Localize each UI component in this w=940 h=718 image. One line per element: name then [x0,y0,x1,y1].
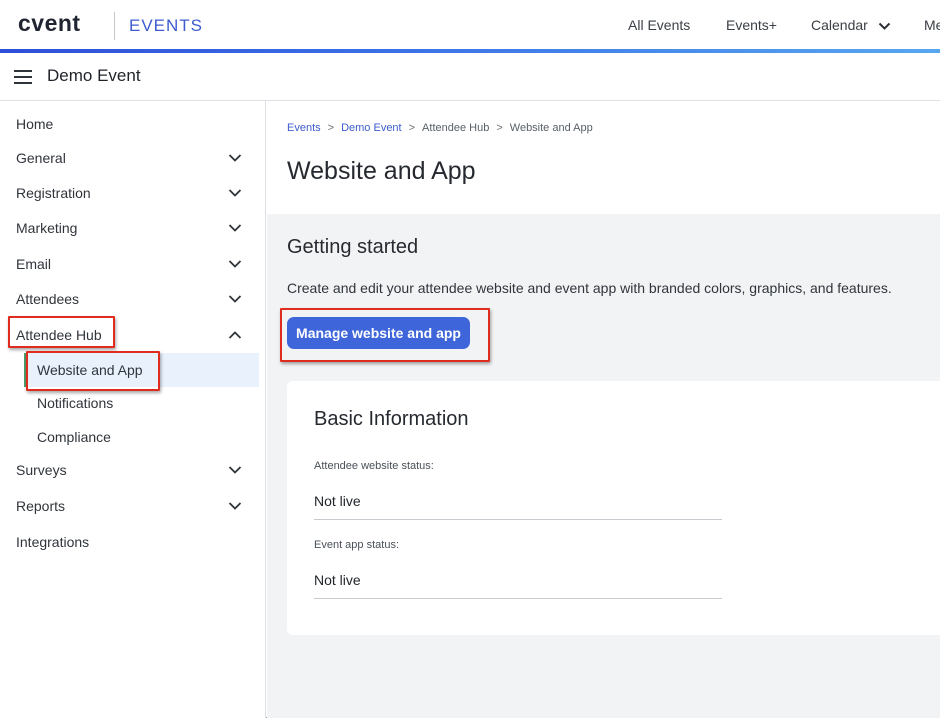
app-status-value: Not live [314,572,361,588]
breadcrumb-events[interactable]: Events [287,122,321,134]
chevron-down-icon [228,295,242,303]
hamburger-icon[interactable] [14,70,32,84]
sidebar-item-registration[interactable]: Registration [0,176,266,210]
breadcrumb-separator: > [408,122,416,134]
sidebar-item-label: Attendee Hub [16,327,102,343]
active-indicator-bar [24,353,27,387]
getting-started-title: Getting started [287,236,419,258]
sidebar-item-label: Email [16,256,52,272]
sidebar-subitem-website-and-app[interactable]: Website and App [24,353,259,387]
sidebar-subitem-notifications[interactable]: Notifications [0,386,266,420]
chevron-down-icon [228,260,242,268]
field-divider [314,598,722,599]
logo-divider [114,12,115,40]
breadcrumb-separator: > [327,122,335,134]
nav-calendar-label: Calendar [811,17,868,33]
main-content: Events > Demo Event > Attendee Hub > Website a… [267,101,940,718]
field-divider [314,519,722,520]
sidebar-subitem-compliance[interactable]: Compliance [0,420,266,454]
sidebar-item-label: Attendees [16,291,80,307]
breadcrumb: Events > Demo Event > Attendee Hub > Website a… [287,122,593,134]
sidebar-item-marketing[interactable]: Marketing [0,211,266,245]
chevron-down-icon [878,22,890,30]
getting-started-section: Getting started Create and edit your att… [267,214,940,718]
breadcrumb-separator: > [496,122,503,134]
breadcrumb-current: Website and App [509,122,593,134]
website-status-label: Attendee website status: [314,460,434,472]
sidebar-item-general[interactable]: General [0,141,266,175]
nav-events-plus[interactable]: Events+ [726,17,777,33]
product-name[interactable]: EVENTS [129,16,203,36]
nav-more-truncated[interactable]: Me [924,17,940,33]
sidebar-item-label: Home [16,116,54,132]
chevron-down-icon [228,466,242,474]
event-title: Demo Event [47,66,141,85]
basic-information-card: Basic Information Attendee website statu… [287,381,940,635]
cvent-logo[interactable]: cvent [18,10,81,37]
basic-information-title: Basic Information [314,408,469,430]
website-status-value: Not live [314,493,361,509]
page-title: Website and App [287,157,476,185]
sidebar-item-label: Registration [16,185,91,201]
getting-started-description: Create and edit your attendee website an… [287,280,892,296]
event-header: Demo Event [0,53,940,101]
sidebar-item-label: Compliance [37,429,111,445]
sidebar-item-attendee-hub[interactable]: Attendee Hub [0,318,266,352]
sidebar-item-label: Surveys [16,462,67,478]
sidebar-item-integrations[interactable]: Integrations [0,525,266,559]
sidebar-item-label: Notifications [37,395,114,411]
sidebar-item-home[interactable]: Home [0,107,266,141]
sidebar: Home General Registration Marketing Emai… [0,101,266,718]
chevron-down-icon [228,189,242,197]
app-status-label: Event app status: [314,539,399,551]
sidebar-item-email[interactable]: Email [0,247,266,281]
sidebar-item-label: Marketing [16,220,78,236]
sidebar-item-surveys[interactable]: Surveys [0,453,266,487]
nav-calendar[interactable]: Calendar [811,17,891,33]
nav-all-events[interactable]: All Events [628,17,690,33]
sidebar-item-attendees[interactable]: Attendees [0,282,266,316]
manage-website-and-app-button[interactable]: Manage website and app [287,317,470,349]
breadcrumb-attendee-hub: Attendee Hub [422,122,490,134]
top-navigation-bar: cvent EVENTS All Events Events+ Calendar… [0,0,940,50]
chevron-up-icon [228,331,242,339]
breadcrumb-demo-event[interactable]: Demo Event [341,122,402,134]
sidebar-item-label: Website and App [37,362,143,378]
chevron-down-icon [228,224,242,232]
chevron-down-icon [228,502,242,510]
sidebar-item-label: Reports [16,498,66,514]
sidebar-item-label: General [16,150,66,166]
chevron-down-icon [228,154,242,162]
sidebar-item-label: Integrations [16,534,90,550]
sidebar-item-reports[interactable]: Reports [0,489,266,523]
